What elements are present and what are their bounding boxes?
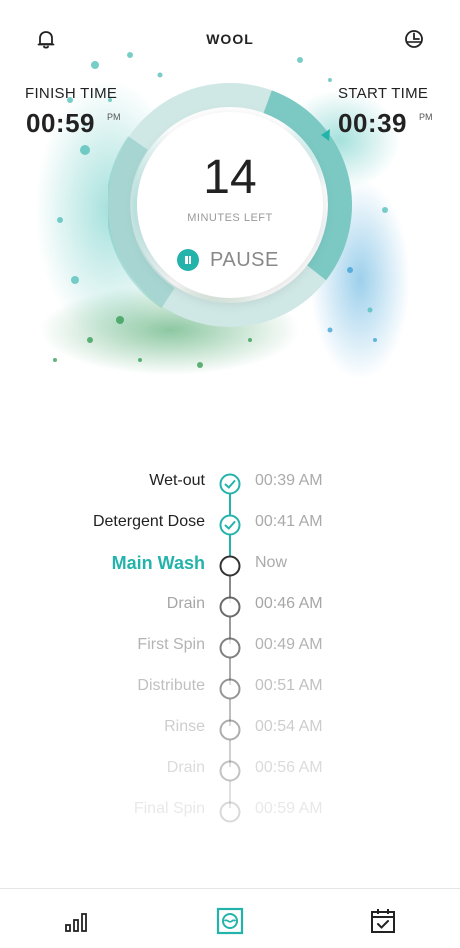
pause-button[interactable]: PAUSE — [177, 245, 287, 275]
step-node-icon — [219, 637, 241, 659]
check-icon — [219, 473, 241, 495]
step-name: Final Spin — [133, 800, 205, 817]
step-time: 00:56 AM — [255, 759, 323, 776]
step-node-icon — [219, 801, 241, 823]
timeline-step: Distribute 00:51 AM — [0, 673, 460, 703]
timeline-step: Final Spin 00:59 AM — [0, 796, 460, 826]
pause-icon — [177, 249, 199, 271]
pause-label: PAUSE — [210, 248, 279, 271]
step-name: Wet-out — [149, 472, 205, 489]
start-time-ampm: PM — [419, 112, 433, 122]
cycle-timeline: Wet-out 00:39 AM Detergent Dose 00:41 AM Mai… — [0, 470, 460, 830]
step-name: Distribute — [137, 677, 205, 694]
minutes-left-label: MINUTES LEFT — [187, 212, 273, 224]
step-time: Now — [255, 554, 288, 571]
top-bar: WOOL — [0, 0, 460, 80]
program-title: WOOL — [206, 31, 254, 47]
stats-icon[interactable] — [63, 907, 91, 935]
step-node-icon — [219, 678, 241, 700]
bottom-nav — [0, 888, 460, 948]
finish-time-value: 00:59 — [26, 108, 95, 138]
step-name: Rinse — [164, 718, 205, 735]
timeline-step: Detergent Dose 00:41 AM — [0, 509, 460, 539]
step-time: 00:54 AM — [255, 718, 323, 735]
step-node-icon — [219, 760, 241, 782]
step-node-icon — [219, 719, 241, 741]
step-time: 00:51 AM — [255, 677, 323, 694]
timeline-step: First Spin 00:49 AM — [0, 632, 460, 662]
step-name: Main Wash — [111, 553, 205, 573]
check-icon — [219, 514, 241, 536]
finish-time-label: FINISH TIME — [25, 85, 118, 102]
timeline-step: Main Wash Now — [0, 550, 460, 580]
minutes-left-value: 14 — [203, 151, 257, 204]
timer-history-icon[interactable] — [402, 27, 426, 51]
timeline-step: Drain 00:46 AM — [0, 591, 460, 621]
step-time: 00:41 AM — [255, 513, 323, 530]
step-name: Drain — [166, 595, 205, 612]
step-time: 00:59 AM — [255, 800, 323, 817]
schedule-icon[interactable] — [369, 907, 397, 935]
step-name: Detergent Dose — [92, 513, 205, 530]
timeline-step: Rinse 00:54 AM — [0, 714, 460, 744]
step-time: 00:49 AM — [255, 636, 323, 653]
step-name: First Spin — [137, 636, 205, 653]
step-time: 00:39 AM — [255, 472, 323, 489]
current-step-node-icon — [219, 555, 241, 577]
timeline-step: Wet-out 00:39 AM — [0, 468, 460, 498]
step-node-icon — [219, 596, 241, 618]
dial-center: 14 MINUTES LEFT PAUSE — [137, 112, 323, 298]
timeline-step: Drain 00:56 AM — [0, 755, 460, 785]
washer-icon[interactable] — [216, 907, 244, 935]
step-name: Drain — [166, 759, 205, 776]
step-time: 00:46 AM — [255, 595, 323, 612]
